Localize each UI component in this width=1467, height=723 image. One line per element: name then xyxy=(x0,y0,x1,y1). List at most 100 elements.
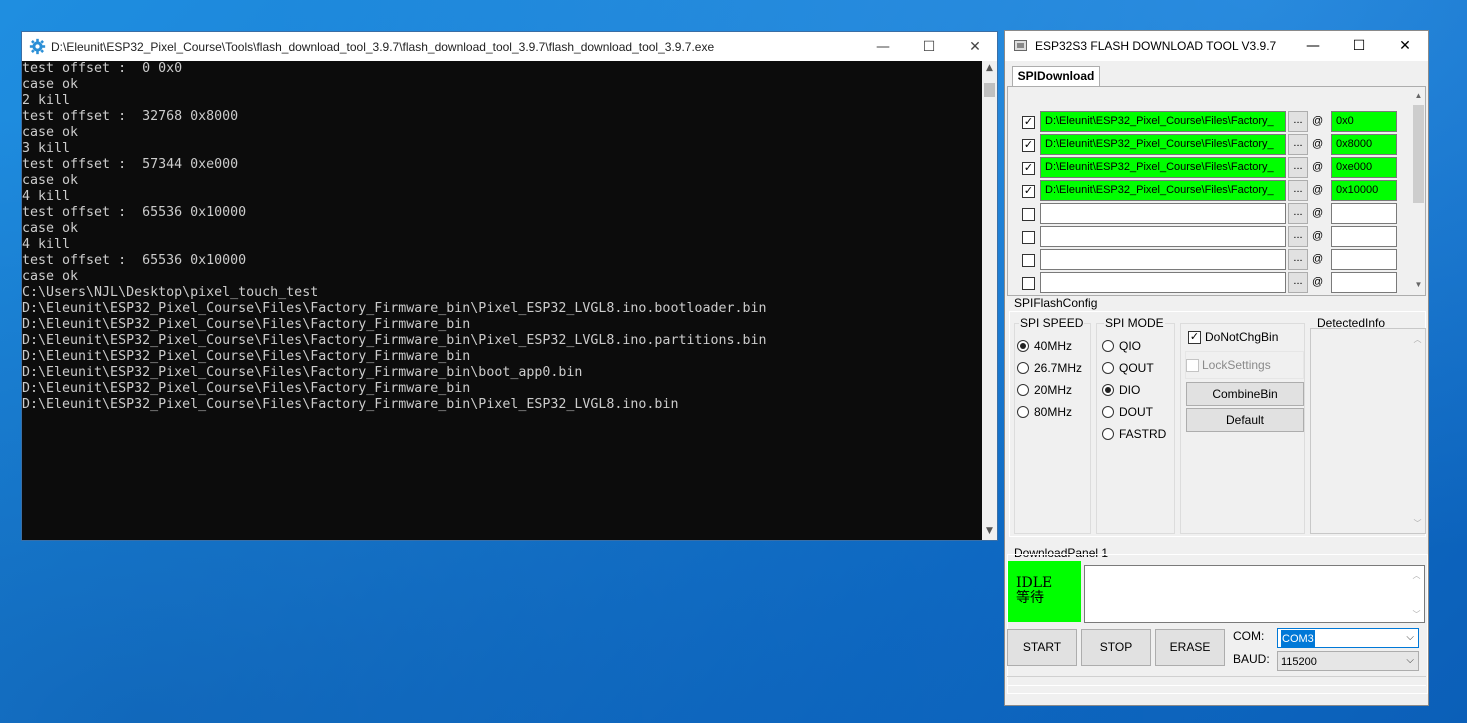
radio-label: QOUT xyxy=(1119,361,1154,375)
console-line: D:\Eleunit\ESP32_Pixel_Course\Files\Fact… xyxy=(22,349,471,364)
console-minimize-button[interactable]: — xyxy=(860,32,906,61)
scroll-down-icon[interactable]: ▼ xyxy=(1412,278,1425,291)
file-row: ✓ D:\Eleunit\ESP32_Pixel_Course\Files\Fac… xyxy=(1022,157,1412,179)
chevron-down-icon[interactable]: ﹀ xyxy=(1411,517,1424,530)
radio-label: FASTRD xyxy=(1119,427,1167,441)
address-input[interactable]: 0xe000 xyxy=(1331,157,1397,178)
com-port-select[interactable]: COM3 ⌵ xyxy=(1277,628,1419,648)
console-line: test offset : 65536 0x10000 xyxy=(22,253,247,268)
default-button[interactable]: Default xyxy=(1186,408,1304,432)
spidownload-panel: ✓ D:\Eleunit\ESP32_Pixel_Course\Files\Fac… xyxy=(1007,86,1426,296)
address-input[interactable] xyxy=(1331,226,1397,247)
stop-button[interactable]: STOP xyxy=(1081,629,1151,666)
tool-minimize-button[interactable]: — xyxy=(1290,31,1336,60)
browse-button[interactable]: ... xyxy=(1288,180,1308,201)
spi-mode-label: SPI MODE xyxy=(1104,316,1165,330)
at-sign: @ xyxy=(1312,184,1324,196)
browse-button[interactable]: ... xyxy=(1288,226,1308,247)
gear-icon xyxy=(29,38,46,55)
address-input[interactable] xyxy=(1331,272,1397,293)
file-enable-checkbox[interactable]: ✓ xyxy=(1022,116,1035,129)
at-sign: @ xyxy=(1312,276,1324,288)
chevron-down-icon[interactable]: ﹀ xyxy=(1410,608,1423,621)
console-titlebar[interactable]: D:\Eleunit\ESP32_Pixel_Course\Tools\flas… xyxy=(22,32,997,61)
tool-titlebar[interactable]: ESP32S3 FLASH DOWNLOAD TOOL V3.9.7 — ☐ ✕ xyxy=(1005,31,1428,61)
browse-button[interactable]: ... xyxy=(1288,134,1308,155)
address-input[interactable] xyxy=(1331,249,1397,270)
address-input[interactable]: 0x10000 xyxy=(1331,180,1397,201)
combine-bin-button[interactable]: CombineBin xyxy=(1186,382,1304,406)
console-line: D:\Eleunit\ESP32_Pixel_Course\Files\Fact… xyxy=(22,301,767,316)
baud-label: BAUD: xyxy=(1233,652,1270,666)
file-path-input[interactable]: D:\Eleunit\ESP32_Pixel_Course\Files\Fact… xyxy=(1040,111,1286,132)
file-path-input[interactable] xyxy=(1040,226,1286,247)
spi-speed-label: SPI SPEED xyxy=(1019,316,1085,330)
address-input[interactable] xyxy=(1331,203,1397,224)
file-row: ✓ D:\Eleunit\ESP32_Pixel_Course\Files\Fac… xyxy=(1022,134,1412,156)
console-scroll-thumb[interactable] xyxy=(984,83,995,97)
file-list-scrollbar[interactable]: ▲ ▼ xyxy=(1412,89,1425,291)
at-sign: @ xyxy=(1312,207,1324,219)
browse-button[interactable]: ... xyxy=(1288,249,1308,270)
scroll-up-icon[interactable]: ▲ xyxy=(982,61,997,76)
tab-spidownload[interactable]: SPIDownload xyxy=(1012,66,1100,86)
console-line: case ok xyxy=(22,125,79,140)
scroll-down-icon[interactable]: ▼ xyxy=(982,524,997,539)
file-enable-checkbox[interactable]: ✓ xyxy=(1022,162,1035,175)
checkbox-icon xyxy=(1186,359,1199,372)
console-line: case ok xyxy=(22,77,79,92)
radio-label: DOUT xyxy=(1119,405,1153,419)
file-enable-checkbox[interactable] xyxy=(1022,208,1035,221)
chevron-up-icon[interactable]: ︿ xyxy=(1411,333,1424,346)
file-list-scroll-thumb[interactable] xyxy=(1413,105,1424,203)
console-output[interactable]: test offset : 0 0x0 case ok 2 kill test off… xyxy=(22,61,982,540)
console-close-button[interactable]: ✕ xyxy=(952,32,998,61)
console-scrollbar[interactable]: ▲ ▼ xyxy=(982,61,997,540)
console-maximize-button[interactable]: ☐ xyxy=(906,32,952,61)
console-line: case ok xyxy=(22,269,79,284)
at-sign: @ xyxy=(1312,253,1324,265)
com-label: COM: xyxy=(1233,629,1265,643)
console-line: D:\Eleunit\ESP32_Pixel_Course\Files\Fact… xyxy=(22,381,471,396)
erase-button[interactable]: ERASE xyxy=(1155,629,1225,666)
com-port-value: COM3 xyxy=(1281,630,1315,648)
browse-button[interactable]: ... xyxy=(1288,157,1308,178)
file-row: ... @ xyxy=(1022,226,1412,248)
tool-maximize-button[interactable]: ☐ xyxy=(1336,31,1382,60)
console-line: 4 kill xyxy=(22,237,71,252)
file-path-input[interactable] xyxy=(1040,203,1286,224)
console-line: 3 kill xyxy=(22,141,71,156)
console-line: test offset : 32768 0x8000 xyxy=(22,109,239,124)
file-path-input[interactable]: D:\Eleunit\ESP32_Pixel_Course\Files\Fact… xyxy=(1040,180,1286,201)
radio-label: DIO xyxy=(1119,383,1141,397)
file-enable-checkbox[interactable] xyxy=(1022,231,1035,244)
file-path-input[interactable]: D:\Eleunit\ESP32_Pixel_Course\Files\Fact… xyxy=(1040,134,1286,155)
browse-button[interactable]: ... xyxy=(1288,203,1308,224)
console-line: test offset : 0 0x0 xyxy=(22,61,183,76)
address-input[interactable]: 0x8000 xyxy=(1331,134,1397,155)
file-enable-checkbox[interactable] xyxy=(1022,277,1035,290)
flash-tool-window: ESP32S3 FLASH DOWNLOAD TOOL V3.9.7 — ☐ ✕… xyxy=(1004,30,1429,706)
browse-button[interactable]: ... xyxy=(1288,272,1308,293)
spi-speed-group xyxy=(1014,323,1091,534)
console-line: D:\Eleunit\ESP32_Pixel_Course\Files\Fact… xyxy=(22,317,471,332)
console-line: case ok xyxy=(22,221,79,236)
browse-button[interactable]: ... xyxy=(1288,111,1308,132)
console-window: D:\Eleunit\ESP32_Pixel_Course\Tools\flas… xyxy=(21,31,998,541)
baud-rate-select[interactable]: 115200 ⌵ xyxy=(1277,651,1419,671)
detected-info-box: ︿ ﹀ xyxy=(1310,328,1426,534)
file-enable-checkbox[interactable]: ✓ xyxy=(1022,139,1035,152)
address-input[interactable]: 0x0 xyxy=(1331,111,1397,132)
chevron-up-icon[interactable]: ︿ xyxy=(1410,569,1423,582)
start-button[interactable]: START xyxy=(1007,629,1077,666)
do-not-chg-bin-label: DoNotChgBin xyxy=(1205,330,1279,344)
file-path-input[interactable] xyxy=(1040,249,1286,270)
download-log[interactable]: ︿ ﹀ xyxy=(1084,565,1425,623)
file-path-input[interactable]: D:\Eleunit\ESP32_Pixel_Course\Files\Fact… xyxy=(1040,157,1286,178)
file-enable-checkbox[interactable] xyxy=(1022,254,1035,267)
file-path-input[interactable] xyxy=(1040,272,1286,293)
file-enable-checkbox[interactable]: ✓ xyxy=(1022,185,1035,198)
tool-close-button[interactable]: ✕ xyxy=(1382,31,1428,60)
scroll-up-icon[interactable]: ▲ xyxy=(1412,89,1425,102)
app-icon xyxy=(1014,40,1027,51)
